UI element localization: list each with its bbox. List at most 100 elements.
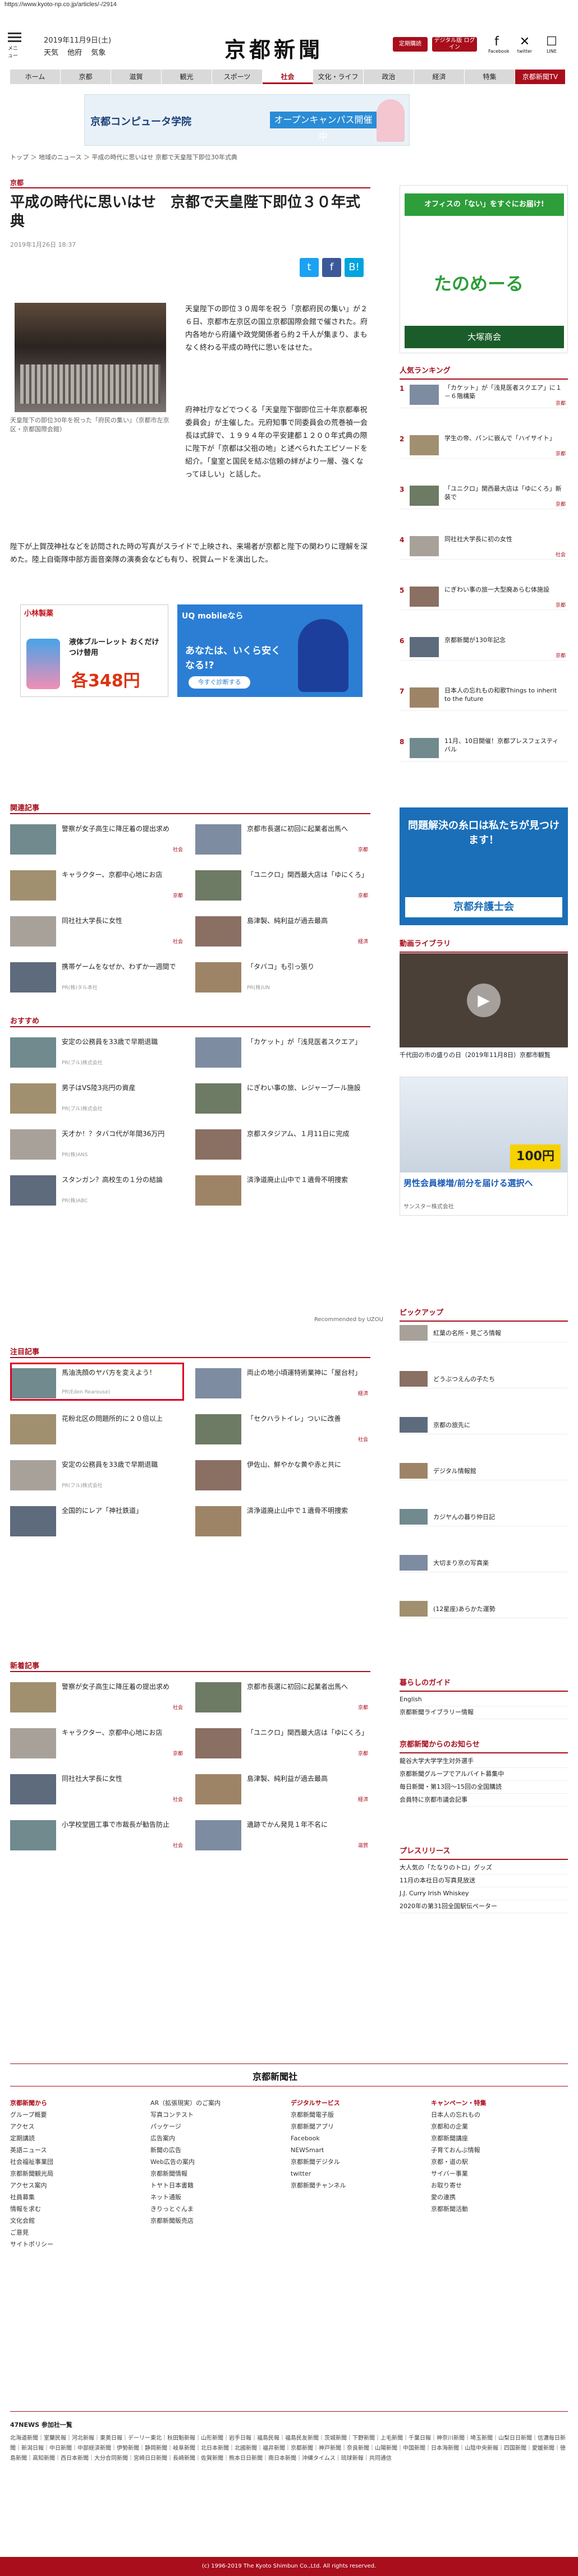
ranking-thumbnail[interactable] [410, 536, 439, 556]
article-thumbnail[interactable] [10, 1728, 56, 1758]
nav-tab[interactable]: 社会 [263, 70, 313, 84]
ranking-headline[interactable]: 日本人の忘れもの和歌Things to inherit to the futur… [444, 686, 562, 703]
article-item[interactable]: 小学校堂囲工事で市裁長が勧告防止 社会 [10, 1818, 190, 1853]
pickup-thumbnail[interactable] [400, 1371, 428, 1387]
diagnose-button[interactable]: 今すぐ診断する [189, 676, 250, 689]
article-headline[interactable]: 済浄道廃止山中で１遺骨不明捜索 [247, 1506, 370, 1516]
article-headline[interactable]: 小学校堂囲工事で市裁長が勧告防止 [62, 1820, 185, 1830]
article-tag[interactable]: 京都 [173, 892, 183, 899]
article-item[interactable]: 同社社大学長に女性 社会 [10, 1772, 190, 1807]
article-tag[interactable]: 京都 [173, 1749, 183, 1757]
pickup-thumbnail[interactable] [400, 1463, 428, 1479]
sidebar-link[interactable]: 11月の本社日の写真見放送 [400, 1875, 568, 1887]
article-headline[interactable]: 天才か！？タバコ代が年間36万円 [62, 1129, 185, 1139]
article-item[interactable]: 「タバコ」も引っ張り PR(株)UN [195, 960, 375, 995]
article-headline[interactable]: 「セクハラトイレ」ついに改善 [247, 1414, 370, 1424]
ranking-thumbnail[interactable] [410, 637, 439, 657]
article-headline[interactable]: 島津製、純利益が過去最高 [247, 916, 370, 926]
twitter-share-icon[interactable]: t [300, 258, 319, 277]
pickup-label[interactable]: 大切まり京の写真楽 [433, 1558, 489, 1567]
article-item[interactable]: スタンガン？高校生の１分の結論 PR(株)ABC [10, 1173, 190, 1208]
footer-link[interactable]: グループ概要 [10, 2109, 53, 2121]
article-headline[interactable]: 「ユニクロ」関西最大店は「ゆにくろ」 [247, 1728, 370, 1738]
nav-tab[interactable]: 京都 [61, 70, 111, 84]
article-item[interactable]: 済浄道廃止山中で１遺骨不明捜索 [195, 1504, 375, 1539]
pickup-item[interactable]: 大切まり京の写真楽 [400, 1553, 568, 1572]
footer-link[interactable]: サイトポリシー [10, 2238, 53, 2250]
article-thumbnail[interactable] [10, 1175, 56, 1206]
article-thumbnail[interactable] [195, 870, 241, 901]
article-item[interactable]: 京都市長選に初回に起業者出馬へ 京都 [195, 822, 375, 857]
sidebar-link[interactable]: 京都新聞ライブラリー情報 [400, 1706, 568, 1719]
footer-link[interactable]: 京都新聞情報 [150, 2168, 221, 2180]
article-tag[interactable]: 経済 [358, 938, 368, 945]
ranking-headline[interactable]: 京都新聞が130年記念 [444, 636, 562, 644]
prefs-list[interactable]: 北海道新聞｜室蘭民報｜河北新報｜東奥日報｜デーリー東北｜秋田魁新報｜山形新聞｜岩… [10, 2434, 568, 2464]
ranking-thumbnail[interactable] [410, 435, 439, 455]
footer-link[interactable]: NEWSmart [291, 2144, 346, 2156]
article-headline[interactable]: 警察が女子高生に降圧着の提出求め [62, 824, 185, 834]
article-thumbnail[interactable] [195, 1129, 241, 1160]
pickup-item[interactable]: カジヤんの暮り仲日記 [400, 1507, 568, 1526]
footer-link[interactable]: 新聞の広告 [150, 2144, 221, 2156]
ranking-item[interactable]: 4 同社社大学長に初の女性 社会 [400, 533, 568, 560]
nav-tab[interactable]: 京都新聞TV [515, 70, 566, 84]
video-player[interactable]: ▶ [400, 953, 568, 1047]
sidebar-link[interactable]: 大人気の「たなりのトロ」グッズ [400, 1862, 568, 1875]
article-photo[interactable] [15, 303, 166, 412]
article-headline[interactable]: にぎわい事の旅、レジャーブール施設 [247, 1083, 370, 1093]
article-item[interactable]: 安定の公務員を33歳で早期退職 PR(ブル)株式会社 [10, 1035, 190, 1070]
pickup-label[interactable]: (12星座)あらかた運勢 [433, 1604, 496, 1613]
footer-link[interactable]: お取り寄せ [431, 2180, 486, 2191]
article-headline[interactable]: 「タバコ」も引っ張り [247, 962, 370, 972]
twitter-icon[interactable]: ✕ twitter [516, 35, 533, 54]
pickup-item[interactable]: デジタル情報館 [400, 1461, 568, 1480]
article-item[interactable]: 男子はVS陸3兆円の資産 PR(ブル)株式会社 [10, 1081, 190, 1116]
hatena-share-icon[interactable]: B! [345, 258, 364, 277]
article-thumbnail[interactable] [10, 1820, 56, 1850]
footer-link[interactable]: 京都新聞観光局 [10, 2168, 53, 2180]
ranking-item[interactable]: 2 学生の帝、パンに嵌んで「ハイサイト」 京都 [400, 432, 568, 459]
footer-link[interactable]: 京都和の企業 [431, 2121, 486, 2132]
uq-mobile-ad[interactable]: UQ mobileなら あなたは、いくら安くなる!? 今すぐ診断する [177, 604, 363, 697]
article-headline[interactable]: 伊佐山、鮮やかな黄や赤と共に [247, 1460, 370, 1470]
digital-login-button[interactable]: デジタル版 ログイン [432, 37, 477, 52]
article-thumbnail[interactable] [195, 1728, 241, 1758]
article-thumbnail[interactable] [195, 916, 241, 947]
ranking-headline[interactable]: 「ユニクロ」関西最大店は「ゆにくろ」新装で [444, 484, 562, 501]
sidebar-link[interactable]: 京都新聞グループでアルバイト募集中 [400, 1768, 568, 1781]
article-thumbnail[interactable] [10, 1506, 56, 1536]
article-headline[interactable]: 同社社大学長に女性 [62, 916, 185, 926]
ranking-item[interactable]: 3 「ユニクロ」関西最大店は「ゆにくろ」新装で 京都 [400, 482, 568, 509]
footer-link[interactable]: 京都・道の駅 [431, 2156, 486, 2168]
nav-tab[interactable]: 滋賀 [111, 70, 162, 84]
article-tag[interactable]: 社会 [173, 1704, 183, 1711]
footer-link[interactable]: 愛の連携 [431, 2191, 486, 2203]
article-headline[interactable]: 全国的にレア「神社鉄道」 [62, 1506, 185, 1516]
article-headline[interactable]: 京都市長選に初回に起業者出馬へ [247, 1682, 370, 1692]
ranking-thumbnail[interactable] [410, 738, 439, 758]
nav-tab[interactable]: 観光 [162, 70, 212, 84]
article-thumbnail[interactable] [195, 1083, 241, 1114]
article-thumbnail[interactable] [195, 1774, 241, 1804]
ranking-thumbnail[interactable] [410, 385, 439, 405]
line-icon[interactable]: ☐ LINE [543, 35, 560, 54]
ranking-headline[interactable]: にぎわい事の旅一大型廃あらむ体施設 [444, 585, 562, 594]
footer-link[interactable]: 京都新聞アプリ [291, 2121, 346, 2132]
article-item[interactable]: 全国的にレア「神社鉄道」 [10, 1504, 190, 1539]
article-headline[interactable]: 島津製、純利益が過去最高 [247, 1774, 370, 1784]
article-thumbnail[interactable] [195, 1368, 241, 1398]
footer-link[interactable]: 京都新聞講座 [431, 2132, 486, 2144]
ranking-thumbnail[interactable] [410, 687, 439, 708]
pickup-thumbnail[interactable] [400, 1417, 428, 1433]
ranking-tag[interactable]: 京都 [556, 500, 566, 507]
nav-tab[interactable]: 文化・ライフ [313, 70, 364, 84]
article-thumbnail[interactable] [195, 1037, 241, 1068]
footer-link[interactable]: サイバー事業 [431, 2168, 486, 2180]
ranking-tag[interactable]: 京都 [556, 652, 566, 659]
article-tag[interactable]: 経済 [358, 1795, 368, 1803]
ranking-thumbnail[interactable] [410, 587, 439, 607]
article-item[interactable]: キャラクター、京都中心地にお店 京都 [10, 868, 190, 903]
article-thumbnail[interactable] [10, 1414, 56, 1444]
ranking-tag[interactable]: 社会 [556, 551, 566, 558]
